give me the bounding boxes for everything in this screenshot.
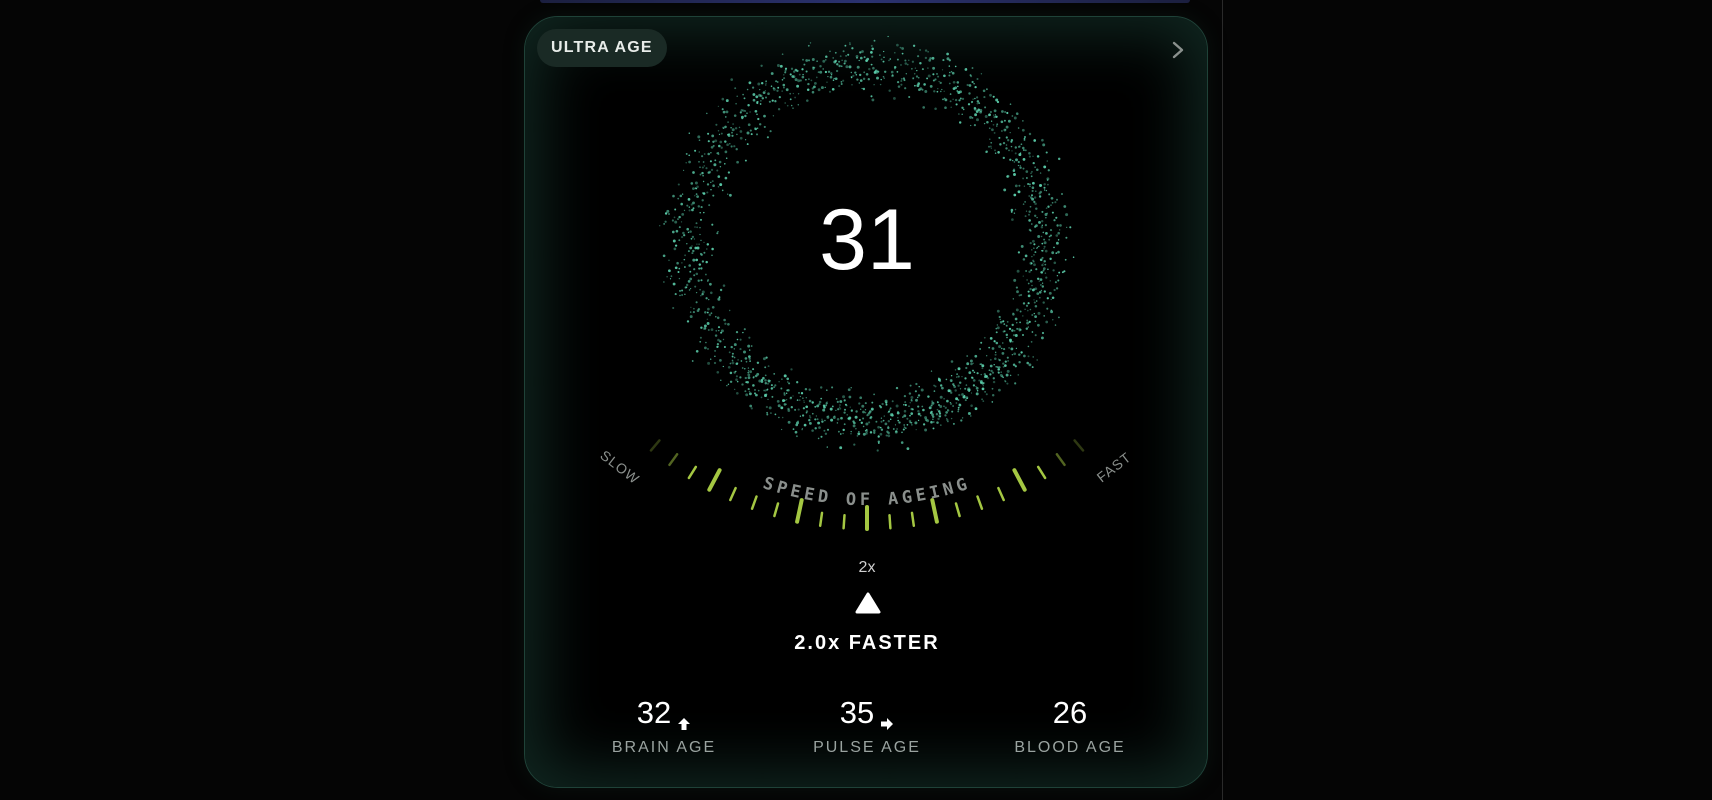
top-card-edge [540, 0, 1190, 3]
gauge-tick [707, 468, 722, 492]
gauge-tick [888, 513, 892, 530]
window-divider [1222, 0, 1223, 800]
gauge-tick [773, 502, 780, 518]
age-metrics: 32 BRAIN AGE 35 PULSE AGE 26 BLOOD AGE [525, 695, 1207, 757]
metric-label: BLOOD AGE [1014, 739, 1126, 756]
gauge-tick [668, 453, 679, 467]
speed-gauge-ticks [649, 439, 1085, 531]
gauge-tick [910, 511, 916, 527]
gauge-tick [1073, 439, 1085, 452]
gauge-tick [750, 495, 758, 510]
gauge-pointer-icon [855, 592, 881, 614]
gauge-tick [1012, 468, 1027, 492]
metric-value: 32 [636, 694, 672, 730]
gauge-tick [976, 495, 984, 510]
gauge-tick [1055, 453, 1066, 467]
gauge-tick [997, 486, 1005, 502]
gauge-tick [818, 511, 824, 527]
metric-label: BRAIN AGE [611, 739, 717, 756]
ultra-age-value: 31 [819, 192, 915, 288]
gauge-right-label: FAST [1094, 449, 1135, 486]
metric-brain-age[interactable]: 32 BRAIN AGE [579, 695, 749, 757]
ageing-speed-summary: 2.0x FASTER [794, 632, 940, 654]
gauge-tick [954, 502, 961, 518]
up-arrow-icon [677, 705, 691, 730]
gauge-value-label: 2x [858, 559, 876, 576]
metric-value: 26 [1052, 694, 1088, 730]
gauge-tick [729, 486, 737, 502]
gauge-tick [687, 465, 698, 480]
chevron-right-icon[interactable] [1167, 39, 1189, 61]
gauge-tick [1036, 465, 1047, 480]
ageing-visual: SPEED OF AGEING SLOW FAST [597, 35, 1135, 531]
gauge-tick [842, 513, 846, 530]
gauge-title: SPEED OF AGEING [760, 473, 973, 510]
right-arrow-icon [880, 705, 894, 730]
metric-pulse-age[interactable]: 35 PULSE AGE [782, 695, 952, 757]
metric-value: 35 [839, 694, 875, 730]
metric-label: PULSE AGE [813, 739, 921, 756]
gauge-left-label: SLOW [597, 447, 642, 487]
gauge-tick [649, 439, 661, 452]
ultra-age-badge: ULTRA AGE [537, 29, 667, 67]
ultra-age-card[interactable]: SPEED OF AGEING SLOW FAST ULTRA AGE 31 2… [524, 16, 1208, 788]
metric-blood-age[interactable]: 26 BLOOD AGE [985, 695, 1155, 757]
